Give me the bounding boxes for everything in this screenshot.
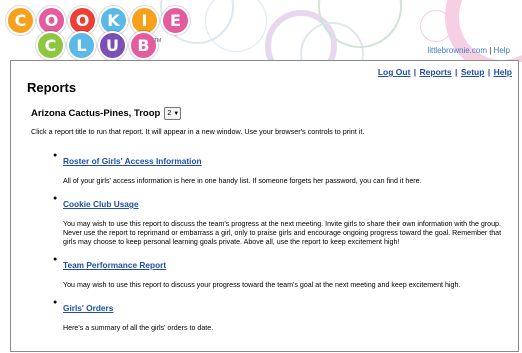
report-description: All of your girls' access information is… [63,177,422,185]
nav-links: Log Out | Reports | Setup | Help [378,67,512,77]
report-item: ● Team Performance Report You may wish t… [53,255,503,290]
report-list: ● Roster of Girls' Access Information Al… [53,151,503,341]
nav-separator: | [487,67,491,77]
logo-letter: L [67,31,96,60]
nav-separator: | [455,67,458,77]
report-description: Here's a summary of all the girls' order… [63,324,214,332]
bullet-icon: ● [53,256,58,263]
logo-letter: C [36,31,65,60]
report-item: ● Cookie Club Usage You may wish to use … [53,194,503,247]
logo-letter: B [129,31,158,60]
report-description: You may wish to use this report to discu… [63,281,461,289]
report-description: You may wish to use this report to discu… [63,220,502,246]
littlebrownie-link[interactable]: littlebrownie.com [427,46,487,55]
trademark-mark: TM [154,38,162,44]
nav-separator: | [413,67,417,77]
troop-select[interactable]: 2 ▼ [164,107,182,120]
report-link-cookie-club-usage[interactable]: Cookie Club Usage [63,199,139,209]
top-link-separator: | [489,46,492,55]
top-links: littlebrownie.com | Help [427,46,510,55]
decorative-circle [420,10,452,42]
logo-letter: E [161,6,190,35]
decorative-circle [205,0,267,52]
help-link[interactable]: Help [494,67,512,77]
page-title: Reports [27,80,77,95]
report-link-roster[interactable]: Roster of Girls' Access Information [63,156,202,166]
main-panel: Log Out | Reports | Setup | Help Reports… [10,60,519,352]
report-link-girls-orders[interactable]: Girls' Orders [63,303,113,313]
reports-link[interactable]: Reports [420,67,452,77]
chevron-down-icon: ▼ [173,110,180,117]
logo-letter: C [6,6,35,35]
report-item: ● Girls' Orders Here's a summary of all … [53,298,503,333]
bullet-icon: ● [53,299,58,306]
logo-club: C L U B [36,31,158,60]
setup-link[interactable]: Setup [461,67,485,77]
header-banner: C O O K I E C L U B TM littlebrownie.com… [0,0,522,62]
report-link-team-performance[interactable]: Team Performance Report [63,260,166,270]
bullet-icon: ● [53,195,58,202]
troop-select-value: 2 [167,110,172,117]
logout-link[interactable]: Log Out [378,67,411,77]
troop-label: Arizona Cactus-Pines, Troop [31,108,161,119]
logo-letter: U [98,31,127,60]
top-help-link[interactable]: Help [494,46,510,55]
report-item: ● Roster of Girls' Access Information Al… [53,151,503,186]
intro-text: Click a report title to run that report.… [31,127,365,136]
troop-row: Arizona Cactus-Pines, Troop 2 ▼ [31,107,182,120]
bullet-icon: ● [53,152,58,159]
